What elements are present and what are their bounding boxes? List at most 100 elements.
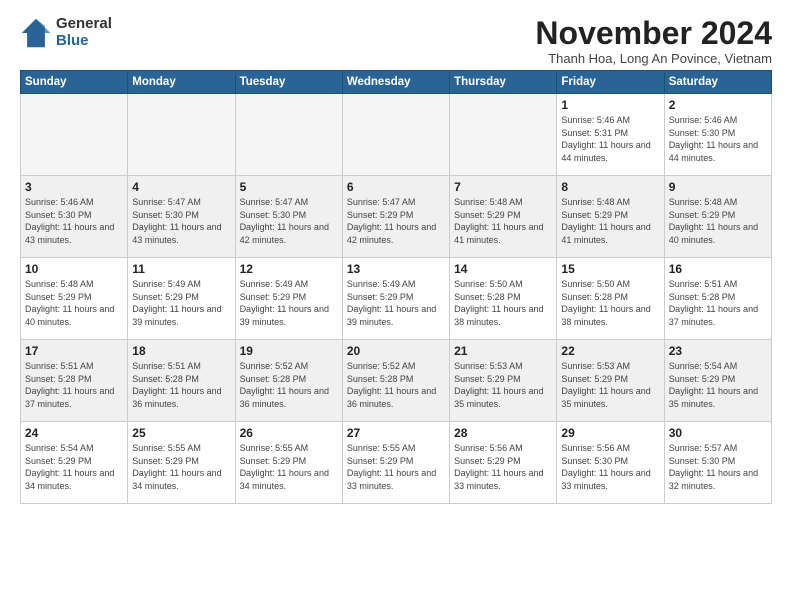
day-number: 17 xyxy=(25,344,123,358)
calendar-cell: 16 Sunrise: 5:51 AM Sunset: 5:28 PM Dayli… xyxy=(664,258,771,340)
calendar-cell xyxy=(21,94,128,176)
calendar-cell: 15 Sunrise: 5:50 AM Sunset: 5:28 PM Dayli… xyxy=(557,258,664,340)
day-detail: Sunrise: 5:48 AM Sunset: 5:29 PM Dayligh… xyxy=(669,196,767,246)
calendar-cell: 19Sunrise: 5:52 AM Sunset: 5:28 PM Dayli… xyxy=(235,340,342,422)
day-number: 2 xyxy=(669,98,767,112)
day-detail: Sunrise: 5:55 AM Sunset: 5:29 PM Dayligh… xyxy=(132,442,230,492)
calendar-cell: 5 Sunrise: 5:47 AM Sunset: 5:30 PM Daylig… xyxy=(235,176,342,258)
calendar-cell: 1 Sunrise: 5:46 AM Sunset: 5:31 PM Daylig… xyxy=(557,94,664,176)
day-number: 14 xyxy=(454,262,552,276)
day-number: 27 xyxy=(347,426,445,440)
day-number: 26 xyxy=(240,426,338,440)
col-friday: Friday xyxy=(557,71,664,94)
day-number: 30 xyxy=(669,426,767,440)
calendar-cell: 23 Sunrise: 5:54 AM Sunset: 5:29 PM Dayli… xyxy=(664,340,771,422)
col-tuesday: Tuesday xyxy=(235,71,342,94)
month-title: November 2024 xyxy=(535,16,772,51)
col-wednesday: Wednesday xyxy=(342,71,449,94)
day-detail: Sunrise: 5:52 AM Sunset: 5:28 PM Dayligh… xyxy=(240,360,338,410)
logo: General Blue xyxy=(20,16,112,49)
day-detail: Sunrise: 5:50 AM Sunset: 5:28 PM Dayligh… xyxy=(454,278,552,328)
day-detail: Sunrise: 5:51 AM Sunset: 5:28 PM Dayligh… xyxy=(132,360,230,410)
col-saturday: Saturday xyxy=(664,71,771,94)
day-number: 23 xyxy=(669,344,767,358)
day-detail: Sunrise: 5:47 AM Sunset: 5:30 PM Dayligh… xyxy=(240,196,338,246)
day-detail: Sunrise: 5:49 AM Sunset: 5:29 PM Dayligh… xyxy=(132,278,230,328)
subtitle: Thanh Hoa, Long An Povince, Vietnam xyxy=(535,51,772,66)
day-detail: Sunrise: 5:50 AM Sunset: 5:28 PM Dayligh… xyxy=(561,278,659,328)
day-number: 5 xyxy=(240,180,338,194)
calendar-cell: 14 Sunrise: 5:50 AM Sunset: 5:28 PM Dayli… xyxy=(450,258,557,340)
day-detail: Sunrise: 5:55 AM Sunset: 5:29 PM Dayligh… xyxy=(347,442,445,492)
calendar-table: Sunday Monday Tuesday Wednesday Thursday… xyxy=(20,70,772,504)
col-thursday: Thursday xyxy=(450,71,557,94)
day-detail: Sunrise: 5:48 AM Sunset: 5:29 PM Dayligh… xyxy=(25,278,123,328)
calendar-cell: 9 Sunrise: 5:48 AM Sunset: 5:29 PM Daylig… xyxy=(664,176,771,258)
day-detail: Sunrise: 5:51 AM Sunset: 5:28 PM Dayligh… xyxy=(25,360,123,410)
day-detail: Sunrise: 5:55 AM Sunset: 5:29 PM Dayligh… xyxy=(240,442,338,492)
calendar-cell: 29 Sunrise: 5:56 AM Sunset: 5:30 PM Dayli… xyxy=(557,422,664,504)
calendar-cell: 22Sunrise: 5:53 AM Sunset: 5:29 PM Dayli… xyxy=(557,340,664,422)
calendar-cell: 17 Sunrise: 5:51 AM Sunset: 5:28 PM Dayli… xyxy=(21,340,128,422)
day-number: 6 xyxy=(347,180,445,194)
day-detail: Sunrise: 5:52 AM Sunset: 5:28 PM Dayligh… xyxy=(347,360,445,410)
day-detail: Sunrise: 5:54 AM Sunset: 5:29 PM Dayligh… xyxy=(669,360,767,410)
day-detail: Sunrise: 5:49 AM Sunset: 5:29 PM Dayligh… xyxy=(240,278,338,328)
day-number: 8 xyxy=(561,180,659,194)
calendar-week-1: 3Sunrise: 5:46 AM Sunset: 5:30 PM Daylig… xyxy=(21,176,772,258)
calendar-cell: 13Sunrise: 5:49 AM Sunset: 5:29 PM Dayli… xyxy=(342,258,449,340)
day-number: 7 xyxy=(454,180,552,194)
day-detail: Sunrise: 5:53 AM Sunset: 5:29 PM Dayligh… xyxy=(561,360,659,410)
calendar-cell xyxy=(450,94,557,176)
day-number: 1 xyxy=(561,98,659,112)
col-monday: Monday xyxy=(128,71,235,94)
logo-text: General Blue xyxy=(56,16,112,49)
calendar-cell: 6 Sunrise: 5:47 AM Sunset: 5:29 PM Daylig… xyxy=(342,176,449,258)
day-detail: Sunrise: 5:53 AM Sunset: 5:29 PM Dayligh… xyxy=(454,360,552,410)
logo-general-text: General xyxy=(56,16,112,33)
calendar-cell: 28Sunrise: 5:56 AM Sunset: 5:29 PM Dayli… xyxy=(450,422,557,504)
logo-blue-text: Blue xyxy=(56,33,112,50)
day-detail: Sunrise: 5:46 AM Sunset: 5:30 PM Dayligh… xyxy=(669,114,767,164)
header-row: Sunday Monday Tuesday Wednesday Thursday… xyxy=(21,71,772,94)
day-detail: Sunrise: 5:46 AM Sunset: 5:31 PM Dayligh… xyxy=(561,114,659,164)
day-detail: Sunrise: 5:54 AM Sunset: 5:29 PM Dayligh… xyxy=(25,442,123,492)
calendar-week-4: 24Sunrise: 5:54 AM Sunset: 5:29 PM Dayli… xyxy=(21,422,772,504)
col-sunday: Sunday xyxy=(21,71,128,94)
day-number: 18 xyxy=(132,344,230,358)
calendar-cell: 10 Sunrise: 5:48 AM Sunset: 5:29 PM Dayli… xyxy=(21,258,128,340)
day-detail: Sunrise: 5:47 AM Sunset: 5:29 PM Dayligh… xyxy=(347,196,445,246)
calendar-cell: 3Sunrise: 5:46 AM Sunset: 5:30 PM Daylig… xyxy=(21,176,128,258)
calendar-cell: 18 Sunrise: 5:51 AM Sunset: 5:28 PM Dayli… xyxy=(128,340,235,422)
calendar-cell: 8 Sunrise: 5:48 AM Sunset: 5:29 PM Daylig… xyxy=(557,176,664,258)
calendar-cell: 4Sunrise: 5:47 AM Sunset: 5:30 PM Daylig… xyxy=(128,176,235,258)
calendar-week-0: 1 Sunrise: 5:46 AM Sunset: 5:31 PM Daylig… xyxy=(21,94,772,176)
day-detail: Sunrise: 5:48 AM Sunset: 5:29 PM Dayligh… xyxy=(454,196,552,246)
day-number: 25 xyxy=(132,426,230,440)
day-number: 13 xyxy=(347,262,445,276)
calendar-cell: 12Sunrise: 5:49 AM Sunset: 5:29 PM Dayli… xyxy=(235,258,342,340)
day-number: 29 xyxy=(561,426,659,440)
day-number: 11 xyxy=(132,262,230,276)
day-detail: Sunrise: 5:56 AM Sunset: 5:29 PM Dayligh… xyxy=(454,442,552,492)
day-detail: Sunrise: 5:51 AM Sunset: 5:28 PM Dayligh… xyxy=(669,278,767,328)
title-block: November 2024 Thanh Hoa, Long An Povince… xyxy=(535,16,772,66)
header: General Blue November 2024 Thanh Hoa, Lo… xyxy=(20,16,772,66)
day-number: 16 xyxy=(669,262,767,276)
calendar-cell: 7 Sunrise: 5:48 AM Sunset: 5:29 PM Daylig… xyxy=(450,176,557,258)
day-number: 4 xyxy=(132,180,230,194)
logo-icon xyxy=(20,17,52,49)
calendar-cell: 2 Sunrise: 5:46 AM Sunset: 5:30 PM Daylig… xyxy=(664,94,771,176)
day-number: 10 xyxy=(25,262,123,276)
day-number: 3 xyxy=(25,180,123,194)
calendar-cell: 26 Sunrise: 5:55 AM Sunset: 5:29 PM Dayli… xyxy=(235,422,342,504)
day-number: 15 xyxy=(561,262,659,276)
day-number: 9 xyxy=(669,180,767,194)
day-detail: Sunrise: 5:56 AM Sunset: 5:30 PM Dayligh… xyxy=(561,442,659,492)
day-detail: Sunrise: 5:48 AM Sunset: 5:29 PM Dayligh… xyxy=(561,196,659,246)
calendar-cell xyxy=(235,94,342,176)
calendar-cell: 21Sunrise: 5:53 AM Sunset: 5:29 PM Dayli… xyxy=(450,340,557,422)
calendar-cell: 25 Sunrise: 5:55 AM Sunset: 5:29 PM Dayli… xyxy=(128,422,235,504)
calendar-cell: 27 Sunrise: 5:55 AM Sunset: 5:29 PM Dayli… xyxy=(342,422,449,504)
calendar-week-2: 10 Sunrise: 5:48 AM Sunset: 5:29 PM Dayli… xyxy=(21,258,772,340)
